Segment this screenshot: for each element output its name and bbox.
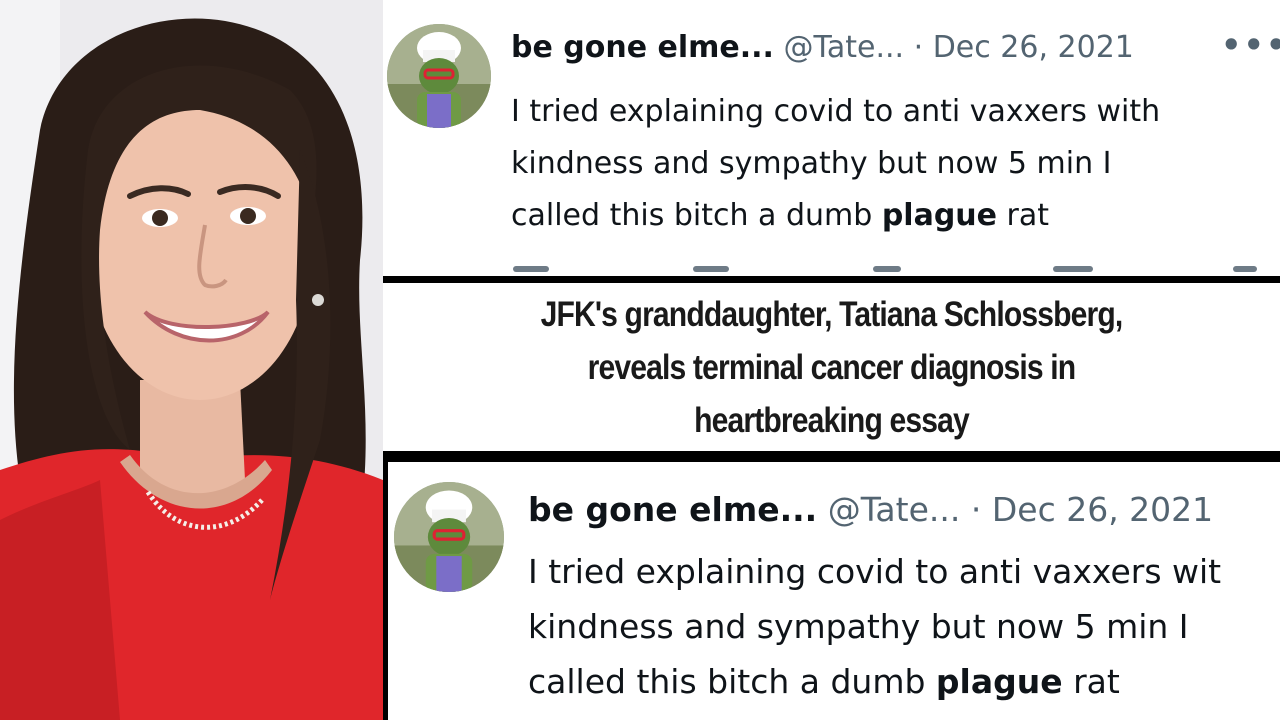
tweet-card-bottom[interactable]: be gone elme... @Tate... · Dec 26, 2021 … — [388, 462, 1280, 720]
tweet-text-line: I tried explaining covid to anti vaxxers… — [511, 94, 1161, 129]
tweet-text-line: called this bitch a dumb plague rat — [511, 190, 1271, 242]
more-options-icon[interactable]: ••• — [1221, 26, 1280, 64]
tweet-date[interactable]: Dec 26, 2021 — [992, 490, 1213, 529]
user-handle[interactable]: @Tate... — [783, 30, 904, 65]
tweet-text-fragment: rat — [997, 198, 1050, 233]
retweet-icon[interactable] — [693, 266, 729, 272]
separator-dot: · — [970, 490, 982, 529]
headline-line: JFK's granddaughter, Tatiana Schlossberg… — [540, 294, 1124, 334]
tweet-card-top[interactable]: be gone elme... @Tate... · Dec 26, 2021 … — [383, 0, 1280, 276]
chef-avatar-icon — [394, 482, 504, 592]
user-avatar[interactable] — [394, 482, 504, 592]
tweet-text-line: kindness and sympathy but now 5 min I — [528, 607, 1189, 646]
tweet-date[interactable]: Dec 26, 2021 — [933, 30, 1134, 65]
tweet-text-line: kindness and sympathy but now 5 min I — [511, 146, 1112, 181]
user-avatar[interactable] — [387, 24, 491, 128]
views-icon[interactable] — [1053, 266, 1093, 272]
news-headline: JFK's granddaughter, Tatiana Schlossberg… — [446, 288, 1217, 447]
tweet-text-bold: plague — [881, 198, 998, 233]
user-handle[interactable]: @Tate... — [828, 490, 961, 529]
reply-icon[interactable] — [513, 266, 549, 272]
news-headline-box: JFK's granddaughter, Tatiana Schlossberg… — [383, 283, 1280, 451]
headline-line: reveals terminal cancer diagnosis in — [587, 347, 1077, 387]
tweet-text-line: called this bitch a dumb plague rat — [528, 654, 1280, 709]
display-name[interactable]: be gone elme... — [511, 30, 774, 65]
tweet-text: I tried explaining covid to anti vaxxers… — [528, 544, 1280, 709]
share-icon[interactable] — [1233, 266, 1257, 272]
tweet-header: be gone elme... @Tate... · Dec 26, 2021 — [511, 30, 1134, 65]
tweet-text-bold: plague — [935, 662, 1063, 701]
portrait-illustration — [0, 0, 383, 720]
tweet-header: be gone elme... @Tate... · Dec 26, 2021 — [528, 490, 1213, 529]
tweet-text-fragment: called this bitch a dumb — [511, 198, 882, 233]
portrait-photo — [0, 0, 383, 720]
tweet-text: I tried explaining covid to anti vaxxers… — [511, 86, 1271, 242]
chef-avatar-icon — [387, 24, 491, 128]
tweet-text-fragment: called this bitch a dumb — [528, 662, 936, 701]
headline-line: heartbreaking essay — [694, 400, 970, 440]
tweet-text-fragment: rat — [1062, 662, 1120, 701]
like-icon[interactable] — [873, 266, 901, 272]
tweet-text-line: I tried explaining covid to anti vaxxers… — [528, 552, 1222, 591]
tweet-action-bar[interactable] — [513, 262, 1273, 276]
separator-dot: · — [913, 30, 924, 65]
display-name[interactable]: be gone elme... — [528, 490, 817, 529]
